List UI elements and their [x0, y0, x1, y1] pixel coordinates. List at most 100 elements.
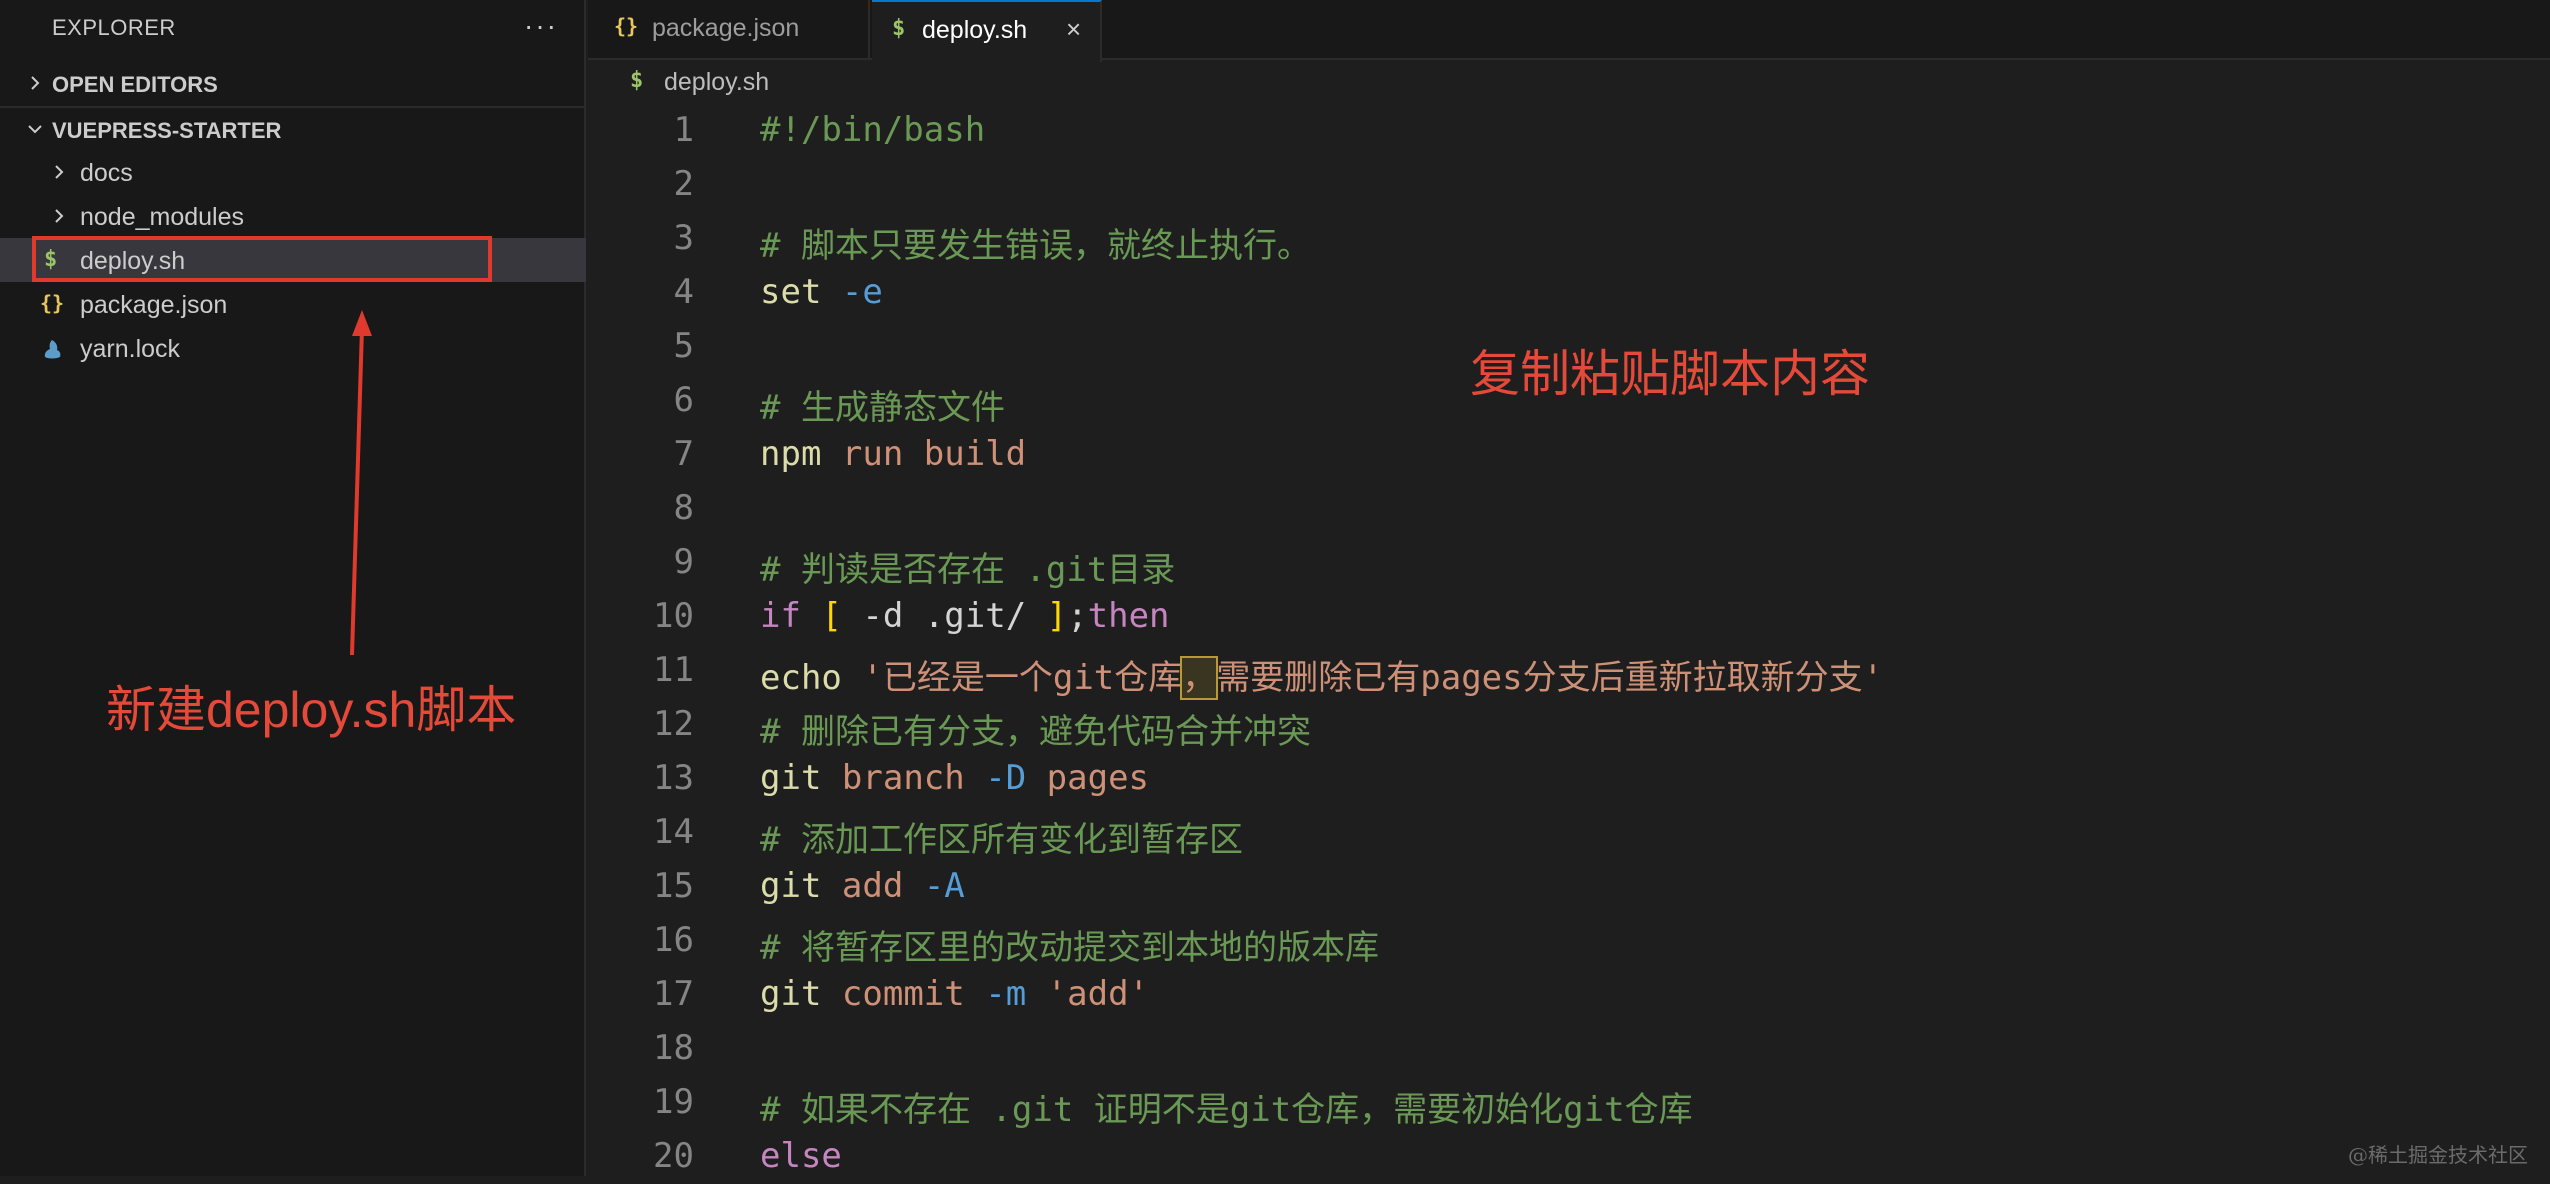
explorer-header: EXPLORER ··· — [0, 0, 586, 54]
code-line: 17 git commit -m 'add' — [588, 968, 2550, 1022]
tree-item-package-json[interactable]: {} package.json — [0, 282, 586, 326]
code-editor[interactable]: 1 #!/bin/bash 2 3 # 脚本只要发生错误，就终止执行。 4 se… — [588, 104, 2550, 1176]
code-line: 8 — [588, 482, 2550, 536]
line-number: 10 — [653, 596, 694, 636]
code-line: 16 # 将暂存区里的改动提交到本地的版本库 — [588, 914, 2550, 968]
shell-file-icon: $ — [892, 16, 906, 41]
comment: # 判读是否存在 .git目录 — [760, 550, 1176, 590]
semicolon: ; — [1067, 596, 1088, 636]
chevron-down-icon — [28, 125, 42, 134]
line-number: 2 — [673, 164, 694, 204]
line-number: 6 — [673, 380, 694, 420]
comment: # 生成静态文件 — [760, 388, 1005, 428]
tab-deploy-sh[interactable]: $ deploy.sh × — [872, 0, 1102, 62]
argument: run build — [841, 434, 1027, 474]
json-file-icon: {} — [614, 14, 639, 38]
tree-item-yarn-lock[interactable]: yarn.lock — [0, 326, 586, 370]
more-actions-icon[interactable]: ··· — [524, 10, 558, 42]
command: git — [760, 866, 822, 906]
json-file-icon: {} — [40, 291, 65, 315]
command: git — [760, 974, 822, 1014]
highlighted-char: ， — [1180, 656, 1219, 700]
section-open-editors[interactable]: OPEN EDITORS — [0, 62, 586, 104]
code-text: # 如果不存在 .git 证明不是git仓库，需要初始化git仓库 — [760, 1082, 1693, 1131]
code-line: 12 # 删除已有分支，避免代码合并冲突 — [588, 698, 2550, 752]
code-text: # 判读是否存在 .git目录 — [760, 542, 1175, 591]
explorer-sidebar: EXPLORER ··· OPEN EDITORS VUEPRESS-START… — [0, 0, 586, 1176]
line-number: 15 — [653, 866, 694, 906]
line-number: 20 — [653, 1136, 694, 1176]
line-number: 3 — [673, 218, 694, 258]
tree-item-label: package.json — [80, 291, 228, 319]
chevron-right-icon — [55, 209, 64, 223]
line-number: 16 — [653, 920, 694, 960]
tree-item-node-modules[interactable]: node_modules — [0, 194, 586, 238]
line-number: 14 — [653, 812, 694, 852]
line-number: 9 — [673, 542, 694, 582]
code-text: git add -A — [760, 866, 965, 906]
flag: -e — [841, 272, 883, 312]
annotation-arrow — [350, 310, 372, 656]
yarn-icon — [44, 340, 61, 359]
tab-package-json[interactable]: {} package.json — [588, 0, 870, 60]
code-line: 11 echo '已经是一个git仓库，需要删除已有pages分支后重新拉取新分… — [588, 644, 2550, 700]
shell-file-icon: $ — [630, 68, 644, 93]
comment: #!/bin/bash — [760, 110, 986, 150]
tab-label: deploy.sh — [922, 16, 1028, 44]
argument: add — [841, 866, 904, 906]
line-number: 8 — [673, 488, 694, 528]
comment: # 将暂存区里的改动提交到本地的版本库 — [760, 928, 1379, 968]
code-text: # 脚本只要发生错误，就终止执行。 — [760, 218, 1311, 267]
argument: commit — [841, 974, 965, 1014]
line-number: 7 — [673, 434, 694, 474]
code-text: # 将暂存区里的改动提交到本地的版本库 — [760, 920, 1379, 969]
code-text: #!/bin/bash — [760, 110, 985, 150]
flag: -A — [923, 866, 965, 906]
code-line: 19 # 如果不存在 .git 证明不是git仓库，需要初始化git仓库 — [588, 1076, 2550, 1130]
flag: -D — [985, 758, 1027, 798]
line-number: 13 — [653, 758, 694, 798]
code-line: 7 npm run build — [588, 428, 2550, 482]
tree-item-label: docs — [80, 159, 133, 187]
code-line: 18 — [588, 1022, 2550, 1076]
code-text: npm run build — [760, 434, 1026, 474]
code-line: 9 # 判读是否存在 .git目录 — [588, 536, 2550, 590]
line-number: 19 — [653, 1082, 694, 1122]
chevron-right-icon — [31, 76, 40, 90]
argument: pages — [1046, 758, 1150, 798]
line-number: 17 — [653, 974, 694, 1014]
code-text: echo '已经是一个git仓库，需要删除已有pages分支后重新拉取新分支' — [760, 650, 1884, 700]
code-text: # 添加工作区所有变化到暂存区 — [760, 812, 1243, 861]
code-text: git branch -D pages — [760, 758, 1149, 798]
annotation-right-text: 复制粘贴脚本内容 — [1470, 346, 1870, 402]
keyword: then — [1087, 596, 1170, 636]
line-number: 18 — [653, 1028, 694, 1068]
line-number: 12 — [653, 704, 694, 744]
command: echo — [760, 658, 842, 698]
code-text: else — [760, 1136, 842, 1176]
code-text: # 生成静态文件 — [760, 380, 1005, 429]
argument: branch — [841, 758, 965, 798]
code-line: 4 set -e — [588, 266, 2550, 320]
chevron-right-icon — [55, 165, 64, 179]
breadcrumb-label: deploy.sh — [664, 68, 770, 96]
command: npm — [760, 434, 822, 474]
code-line: 3 # 脚本只要发生错误，就终止执行。 — [588, 212, 2550, 266]
close-icon[interactable]: × — [1066, 14, 1081, 45]
line-number: 5 — [673, 326, 694, 366]
code-line: 10 if [ -d .git/ ];then — [588, 590, 2550, 644]
code-text: if [ -d .git/ ];then — [760, 596, 1170, 636]
section-label: OPEN EDITORS — [52, 72, 218, 97]
section-project[interactable]: VUEPRESS-STARTER — [0, 108, 586, 150]
keyword: else — [760, 1136, 842, 1176]
comment: # 删除已有分支，避免代码合并冲突 — [760, 712, 1311, 752]
tree-item-label: yarn.lock — [80, 335, 181, 363]
tab-bar: {} package.json $ deploy.sh × — [588, 0, 2550, 62]
command: set — [760, 272, 822, 312]
tree-item-docs[interactable]: docs — [0, 150, 586, 194]
string: 需要删除已有pages分支后重新拉取新分支' — [1216, 658, 1884, 698]
string: '已经是一个git仓库 — [862, 658, 1183, 698]
code-text: git commit -m 'add' — [760, 974, 1149, 1014]
line-number: 11 — [653, 650, 694, 690]
line-number: 1 — [673, 110, 694, 150]
